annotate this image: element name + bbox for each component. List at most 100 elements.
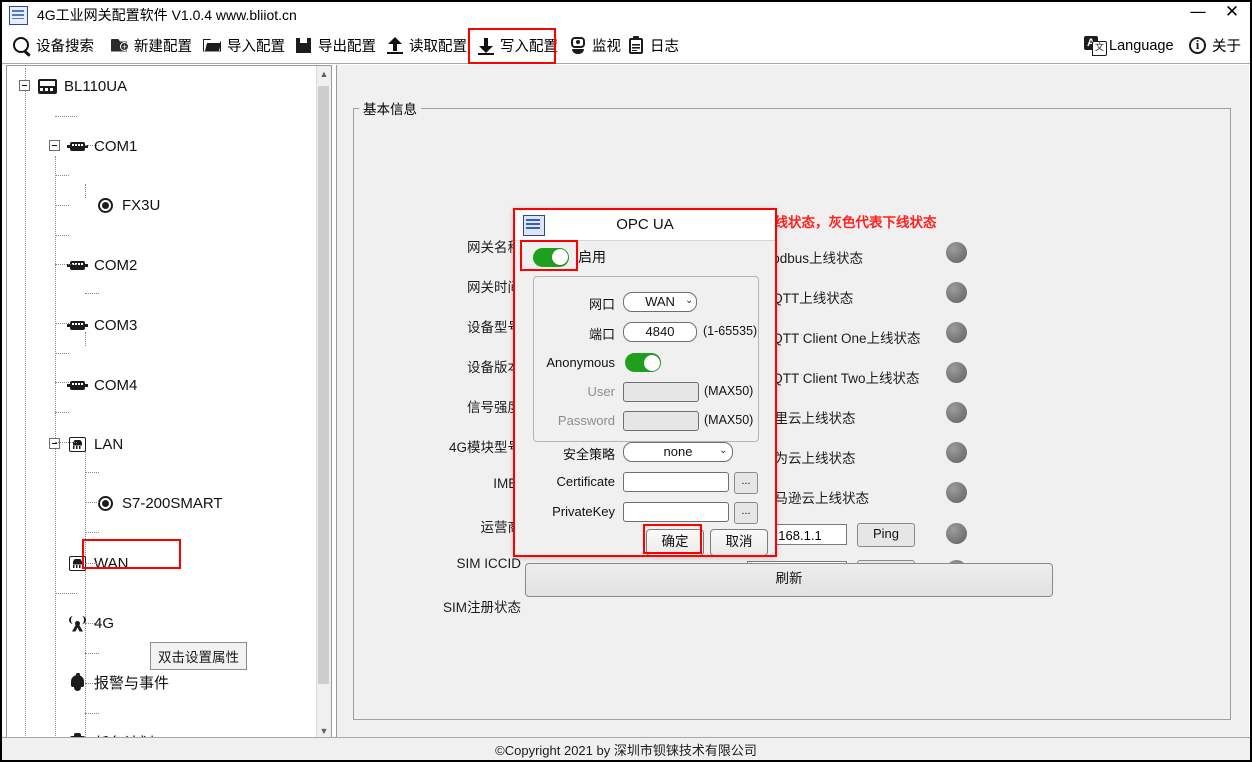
refresh-button[interactable]: 刷新 bbox=[525, 563, 1053, 597]
field-label-4g-module: 4G模块型号 bbox=[411, 436, 521, 456]
window-title: 4G工业网关配置软件 V1.0.4 www.bliiot.cn bbox=[37, 5, 297, 25]
tree-node-wan[interactable]: WAN bbox=[67, 548, 332, 578]
anonymous-label: Anonymous bbox=[535, 355, 615, 370]
tree-line bbox=[85, 145, 99, 146]
write-config-icon bbox=[476, 36, 496, 56]
toolbar-log-label: 日志 bbox=[650, 35, 679, 56]
search-icon bbox=[12, 36, 32, 56]
tree-line bbox=[55, 593, 77, 594]
status-led-ping1 bbox=[946, 523, 967, 544]
tree-line bbox=[85, 623, 99, 624]
scroll-up-icon[interactable]: ▲ bbox=[317, 66, 331, 83]
toolbar-device-search[interactable]: 设备搜索 bbox=[8, 28, 98, 63]
serial-port-icon bbox=[67, 376, 88, 395]
password-hint: (MAX50) bbox=[704, 413, 753, 427]
ping-button-1[interactable]: Ping bbox=[857, 523, 915, 547]
status-led-mqtt-client-one bbox=[946, 322, 967, 343]
certificate-browse-button[interactable]: ... bbox=[734, 472, 758, 494]
security-policy-select[interactable]: none bbox=[623, 442, 733, 462]
opc-ua-dialog[interactable]: OPC UA 启用 网口 WAN ⌄ 端口 4840 (1-65535) Ano… bbox=[514, 209, 776, 556]
field-label-signal-strength: 信号强度 bbox=[421, 396, 521, 416]
netport-label: 网口 bbox=[571, 294, 615, 313]
tree-node-com4[interactable]: COM4 bbox=[67, 370, 332, 400]
privatekey-input[interactable] bbox=[623, 502, 729, 522]
ok-button[interactable]: 确定 bbox=[646, 529, 704, 556]
anonymous-toggle[interactable] bbox=[625, 353, 661, 372]
toolbar-new-config[interactable]: 新建配置 bbox=[106, 28, 196, 63]
enable-row[interactable]: 启用 bbox=[533, 247, 606, 267]
toolbar-language-label: Language bbox=[1109, 38, 1174, 54]
tree-node-label: COM2 bbox=[94, 257, 137, 274]
certificate-label: Certificate bbox=[543, 474, 615, 489]
field-label-gateway-name: 网关名称 bbox=[421, 236, 521, 256]
tree-node-fx3u[interactable]: FX3U bbox=[95, 190, 332, 220]
toolbar-import-config[interactable]: 导入配置 bbox=[199, 28, 289, 63]
toolbar-read-config-label: 读取配置 bbox=[409, 35, 467, 56]
toolbar-write-config[interactable]: 写入配置 bbox=[472, 28, 562, 63]
chevron-down-icon[interactable]: ⌄ bbox=[685, 295, 693, 306]
tree-node-com1[interactable]: COM1 bbox=[37, 131, 332, 161]
certificate-input[interactable] bbox=[623, 472, 729, 492]
field-label-gateway-time: 网关时间 bbox=[421, 276, 521, 296]
expand-collapse-icon[interactable] bbox=[49, 438, 60, 449]
toolbar-export-config[interactable]: 导出配置 bbox=[290, 28, 380, 63]
tree-node-label: LAN bbox=[94, 436, 123, 453]
import-config-icon bbox=[203, 36, 223, 56]
tree-node-label: S7-200SMART bbox=[122, 495, 223, 512]
device-icon bbox=[95, 494, 116, 513]
tree-line bbox=[55, 264, 77, 265]
cancel-button[interactable]: 取消 bbox=[710, 529, 768, 556]
field-label-operator: 运营商 bbox=[421, 516, 521, 536]
device-icon bbox=[95, 196, 116, 215]
basic-info-title: 基本信息 bbox=[359, 98, 421, 118]
expand-collapse-icon[interactable] bbox=[19, 80, 30, 91]
password-input[interactable] bbox=[623, 411, 699, 431]
tree-node-s7-200smart[interactable]: S7-200SMART bbox=[95, 488, 332, 518]
status-led-mqtt-client-two bbox=[946, 362, 967, 383]
tree-scrollbar[interactable]: ▲ ▼ bbox=[316, 66, 331, 740]
toolbar-write-config-label: 写入配置 bbox=[500, 35, 558, 56]
copyright-text: ©Copyright 2021 by 深圳市钡铼技术有限公司 bbox=[495, 740, 757, 759]
toolbar-read-config[interactable]: 读取配置 bbox=[381, 28, 471, 63]
enable-label: 启用 bbox=[578, 247, 606, 267]
toolbar-monitor-label: 监视 bbox=[592, 35, 621, 56]
dialog-title-bar: OPC UA bbox=[515, 210, 775, 241]
chevron-down-icon[interactable]: ⌄ bbox=[719, 445, 727, 456]
tree-node-com2[interactable]: COM2 bbox=[67, 250, 332, 280]
tree-node-label: BL110UA bbox=[64, 78, 127, 95]
tree-node-bl110ua[interactable]: BL110UA bbox=[7, 71, 319, 101]
toolbar-device-search-label: 设备搜索 bbox=[36, 35, 94, 56]
tree-node-alarms[interactable]: 报警与事件 bbox=[67, 667, 332, 697]
status-led-huawei bbox=[946, 442, 967, 463]
scrollbar-thumb[interactable] bbox=[318, 86, 329, 684]
tree-node-label: WAN bbox=[94, 555, 128, 572]
monitor-icon bbox=[568, 36, 588, 56]
privatekey-browse-button[interactable]: ... bbox=[734, 502, 758, 524]
tree-node-4g[interactable]: 4G bbox=[67, 608, 332, 638]
log-icon bbox=[626, 36, 646, 56]
info-icon bbox=[1188, 36, 1208, 56]
expand-collapse-icon[interactable] bbox=[49, 140, 60, 151]
user-input[interactable] bbox=[623, 382, 699, 402]
toolbar-monitor[interactable]: 监视 bbox=[564, 28, 625, 63]
minimize-icon[interactable]: — bbox=[1188, 4, 1208, 21]
port-input[interactable]: 4840 bbox=[623, 322, 697, 342]
tree-line bbox=[55, 116, 77, 117]
user-hint: (MAX50) bbox=[704, 384, 753, 398]
tree-node-com3[interactable]: COM3 bbox=[67, 310, 332, 340]
tree-line bbox=[85, 563, 99, 564]
close-icon[interactable]: ✕ bbox=[1222, 4, 1242, 21]
tree-node-label: COM1 bbox=[94, 138, 137, 155]
enable-toggle[interactable] bbox=[533, 248, 569, 267]
device-tree-panel[interactable]: BL110UA COM1 FX3U COM2 COM3 bbox=[6, 65, 332, 741]
toolbar-about[interactable]: 关于 bbox=[1184, 28, 1245, 63]
tree-node-lan[interactable]: LAN bbox=[37, 429, 332, 459]
tree-line bbox=[85, 502, 99, 503]
toggle-knob bbox=[644, 355, 660, 371]
tree-line bbox=[85, 653, 99, 654]
tree-line bbox=[55, 235, 69, 236]
toolbar-language[interactable]: Language bbox=[1080, 28, 1178, 63]
bell-icon bbox=[67, 673, 88, 692]
toolbar-log[interactable]: 日志 bbox=[622, 28, 683, 63]
toggle-knob bbox=[552, 249, 568, 265]
